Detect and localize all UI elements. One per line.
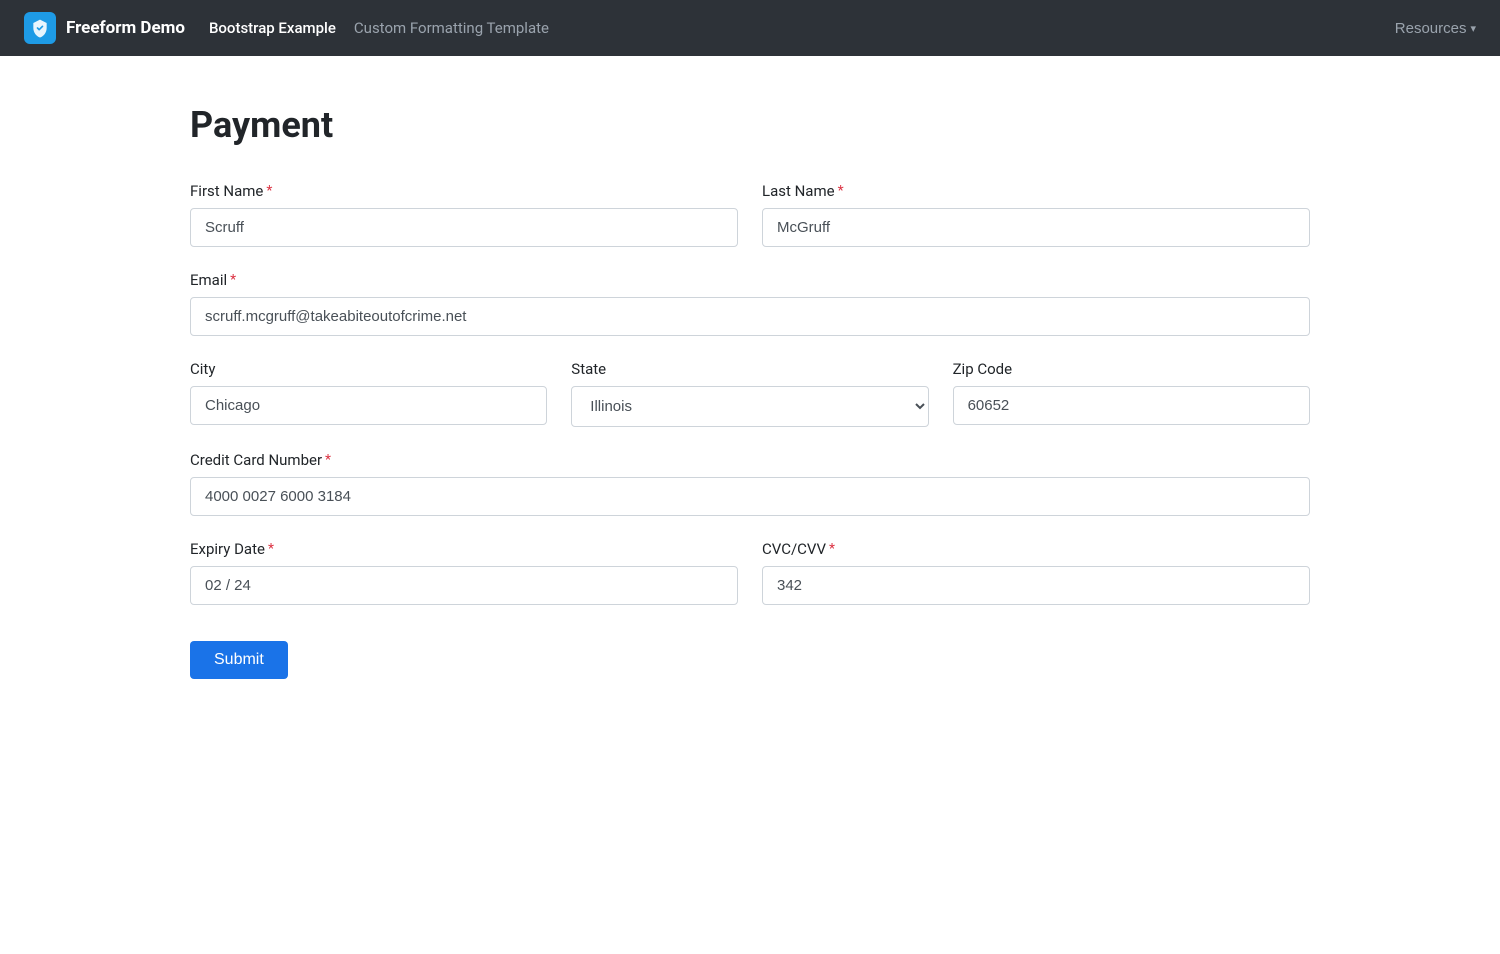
main-content: Payment First Name * Last Name *	[110, 56, 1390, 763]
expiry-group: Expiry Date *	[190, 540, 738, 605]
name-row: First Name * Last Name *	[190, 182, 1310, 247]
email-group: Email *	[190, 271, 1310, 336]
first-name-label: First Name *	[190, 182, 738, 200]
last-name-label: Last Name *	[762, 182, 1310, 200]
email-row: Email *	[190, 271, 1310, 336]
address-row: City State Illinois Alabama Alaska Arizo…	[190, 360, 1310, 427]
state-label: State	[571, 360, 928, 378]
email-input[interactable]	[190, 297, 1310, 336]
cc-input[interactable]	[190, 477, 1310, 516]
cc-required: *	[325, 452, 331, 468]
cvc-group: CVC/CVV *	[762, 540, 1310, 605]
zip-label: Zip Code	[953, 360, 1310, 378]
submit-row: Submit	[190, 629, 1310, 679]
navbar-right: Resources ▾	[1395, 20, 1476, 37]
nav-bootstrap-link[interactable]: Bootstrap Example	[209, 19, 336, 37]
navbar: Freeform Demo Bootstrap Example Custom F…	[0, 0, 1500, 56]
brand-icon	[24, 12, 56, 44]
expiry-cvc-row: Expiry Date * CVC/CVV *	[190, 540, 1310, 605]
cc-row: Credit Card Number *	[190, 451, 1310, 516]
payment-form: First Name * Last Name * Email *	[190, 182, 1310, 679]
cc-group: Credit Card Number *	[190, 451, 1310, 516]
email-required: *	[230, 272, 236, 288]
cvc-label: CVC/CVV *	[762, 540, 1310, 558]
expiry-required: *	[268, 541, 274, 557]
cc-label: Credit Card Number *	[190, 451, 1310, 469]
brand-link[interactable]: Freeform Demo	[24, 12, 185, 44]
resources-button[interactable]: Resources ▾	[1395, 20, 1476, 37]
last-name-input[interactable]	[762, 208, 1310, 247]
city-input[interactable]	[190, 386, 547, 425]
first-name-group: First Name *	[190, 182, 738, 247]
last-name-group: Last Name *	[762, 182, 1310, 247]
cvc-required: *	[829, 541, 835, 557]
zip-input[interactable]	[953, 386, 1310, 425]
chevron-down-icon: ▾	[1470, 22, 1476, 35]
expiry-label: Expiry Date *	[190, 540, 738, 558]
expiry-input[interactable]	[190, 566, 738, 605]
city-group: City	[190, 360, 547, 427]
last-name-required: *	[838, 183, 844, 199]
submit-button[interactable]: Submit	[190, 641, 288, 679]
state-select[interactable]: Illinois Alabama Alaska Arizona Californ…	[571, 386, 928, 427]
cvc-input[interactable]	[762, 566, 1310, 605]
brand-name: Freeform Demo	[66, 18, 185, 38]
state-group: State Illinois Alabama Alaska Arizona Ca…	[571, 360, 928, 427]
city-label: City	[190, 360, 547, 378]
page-title: Payment	[190, 104, 1310, 146]
first-name-required: *	[266, 183, 272, 199]
first-name-input[interactable]	[190, 208, 738, 247]
email-label: Email *	[190, 271, 1310, 289]
zip-group: Zip Code	[953, 360, 1310, 427]
nav-custom-template-link[interactable]: Custom Formatting Template	[354, 19, 549, 37]
